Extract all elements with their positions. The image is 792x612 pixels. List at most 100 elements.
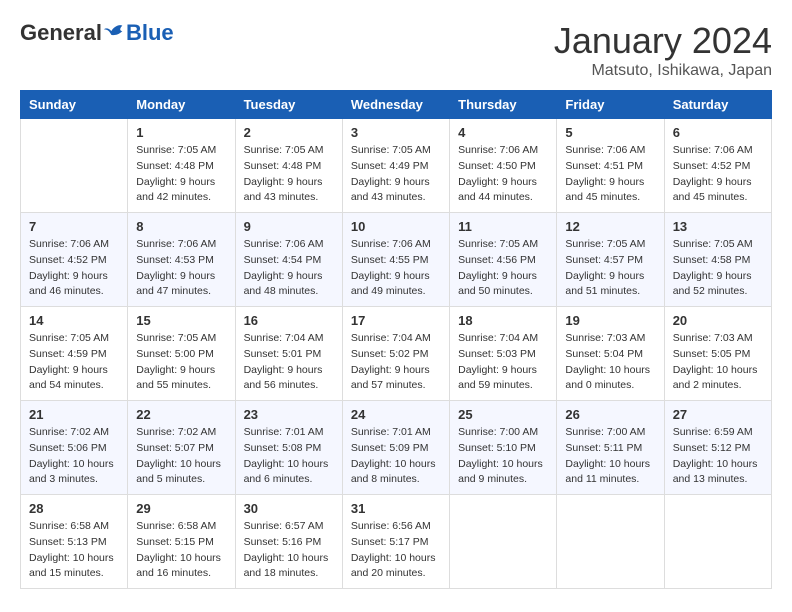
day-info: Sunrise: 7:05 AM Sunset: 4:49 PM Dayligh… [351, 143, 441, 206]
day-number: 27 [673, 407, 763, 422]
calendar-cell: 17 Sunrise: 7:04 AM Sunset: 5:02 PM Dayli… [342, 307, 449, 401]
day-number: 15 [136, 313, 226, 328]
day-number: 18 [458, 313, 548, 328]
calendar-cell: 10 Sunrise: 7:06 AM Sunset: 4:55 PM Dayli… [342, 213, 449, 307]
main-title: January 2024 [554, 20, 772, 62]
day-info: Sunrise: 7:03 AM Sunset: 5:04 PM Dayligh… [565, 331, 655, 394]
day-info: Sunrise: 7:02 AM Sunset: 5:06 PM Dayligh… [29, 425, 119, 488]
day-info: Sunrise: 7:00 AM Sunset: 5:11 PM Dayligh… [565, 425, 655, 488]
day-number: 1 [136, 125, 226, 140]
logo-blue-text: Blue [126, 20, 174, 46]
calendar-cell: 18 Sunrise: 7:04 AM Sunset: 5:03 PM Dayli… [450, 307, 557, 401]
calendar-cell: 30 Sunrise: 6:57 AM Sunset: 5:16 PM Dayli… [235, 495, 342, 589]
day-number: 5 [565, 125, 655, 140]
day-info: Sunrise: 7:01 AM Sunset: 5:08 PM Dayligh… [244, 425, 334, 488]
day-info: Sunrise: 7:03 AM Sunset: 5:05 PM Dayligh… [673, 331, 763, 394]
day-number: 2 [244, 125, 334, 140]
day-info: Sunrise: 6:56 AM Sunset: 5:17 PM Dayligh… [351, 519, 441, 582]
calendar-cell: 24Sunrise: 7:01 AM Sunset: 5:09 PM Dayli… [342, 401, 449, 495]
calendar-cell: 23 Sunrise: 7:01 AM Sunset: 5:08 PM Dayli… [235, 401, 342, 495]
day-number: 17 [351, 313, 441, 328]
calendar-cell [557, 495, 664, 589]
day-number: 26 [565, 407, 655, 422]
calendar-cell [664, 495, 771, 589]
weekday-header: Monday [128, 91, 235, 119]
calendar-cell: 31 Sunrise: 6:56 AM Sunset: 5:17 PM Dayli… [342, 495, 449, 589]
day-number: 10 [351, 219, 441, 234]
calendar-week-row: 21 Sunrise: 7:02 AM Sunset: 5:06 PM Dayli… [21, 401, 772, 495]
day-number: 31 [351, 501, 441, 516]
day-info: Sunrise: 7:06 AM Sunset: 4:50 PM Dayligh… [458, 143, 548, 206]
calendar-cell: 13 Sunrise: 7:05 AM Sunset: 4:58 PM Dayli… [664, 213, 771, 307]
day-number: 8 [136, 219, 226, 234]
calendar-week-row: 7 Sunrise: 7:06 AM Sunset: 4:52 PM Daylig… [21, 213, 772, 307]
calendar-cell: 28 Sunrise: 6:58 AM Sunset: 5:13 PM Dayli… [21, 495, 128, 589]
calendar-cell: 12Sunrise: 7:05 AM Sunset: 4:57 PM Dayli… [557, 213, 664, 307]
day-info: Sunrise: 7:05 AM Sunset: 4:59 PM Dayligh… [29, 331, 119, 394]
logo-bird-icon [104, 22, 126, 44]
day-info: Sunrise: 6:58 AM Sunset: 5:15 PM Dayligh… [136, 519, 226, 582]
calendar-cell: 7 Sunrise: 7:06 AM Sunset: 4:52 PM Daylig… [21, 213, 128, 307]
day-number: 28 [29, 501, 119, 516]
calendar-cell: 11 Sunrise: 7:05 AM Sunset: 4:56 PM Dayli… [450, 213, 557, 307]
weekday-header: Tuesday [235, 91, 342, 119]
day-number: 19 [565, 313, 655, 328]
weekday-header: Thursday [450, 91, 557, 119]
day-info: Sunrise: 7:05 AM Sunset: 4:58 PM Dayligh… [673, 237, 763, 300]
calendar-cell [21, 119, 128, 213]
calendar-cell: 6Sunrise: 7:06 AM Sunset: 4:52 PM Daylig… [664, 119, 771, 213]
day-info: Sunrise: 6:58 AM Sunset: 5:13 PM Dayligh… [29, 519, 119, 582]
calendar-cell: 5Sunrise: 7:06 AM Sunset: 4:51 PM Daylig… [557, 119, 664, 213]
title-section: January 2024 Matsuto, Ishikawa, Japan [554, 20, 772, 80]
calendar-cell: 3 Sunrise: 7:05 AM Sunset: 4:49 PM Daylig… [342, 119, 449, 213]
calendar-cell: 26 Sunrise: 7:00 AM Sunset: 5:11 PM Dayli… [557, 401, 664, 495]
day-info: Sunrise: 7:05 AM Sunset: 4:48 PM Dayligh… [244, 143, 334, 206]
calendar-cell: 27Sunrise: 6:59 AM Sunset: 5:12 PM Dayli… [664, 401, 771, 495]
day-info: Sunrise: 7:05 AM Sunset: 5:00 PM Dayligh… [136, 331, 226, 394]
day-info: Sunrise: 7:06 AM Sunset: 4:52 PM Dayligh… [673, 143, 763, 206]
day-info: Sunrise: 7:06 AM Sunset: 4:52 PM Dayligh… [29, 237, 119, 300]
day-info: Sunrise: 7:02 AM Sunset: 5:07 PM Dayligh… [136, 425, 226, 488]
day-number: 12 [565, 219, 655, 234]
day-number: 24 [351, 407, 441, 422]
calendar-cell: 22 Sunrise: 7:02 AM Sunset: 5:07 PM Dayli… [128, 401, 235, 495]
day-info: Sunrise: 7:04 AM Sunset: 5:01 PM Dayligh… [244, 331, 334, 394]
day-info: Sunrise: 7:00 AM Sunset: 5:10 PM Dayligh… [458, 425, 548, 488]
day-info: Sunrise: 7:05 AM Sunset: 4:56 PM Dayligh… [458, 237, 548, 300]
calendar-week-row: 28 Sunrise: 6:58 AM Sunset: 5:13 PM Dayli… [21, 495, 772, 589]
calendar-cell: 1 Sunrise: 7:05 AM Sunset: 4:48 PM Daylig… [128, 119, 235, 213]
day-number: 23 [244, 407, 334, 422]
day-info: Sunrise: 7:04 AM Sunset: 5:03 PM Dayligh… [458, 331, 548, 394]
calendar-cell: 21 Sunrise: 7:02 AM Sunset: 5:06 PM Dayli… [21, 401, 128, 495]
calendar-cell: 2 Sunrise: 7:05 AM Sunset: 4:48 PM Daylig… [235, 119, 342, 213]
calendar-cell: 25 Sunrise: 7:00 AM Sunset: 5:10 PM Dayli… [450, 401, 557, 495]
day-number: 22 [136, 407, 226, 422]
calendar-cell: 20 Sunrise: 7:03 AM Sunset: 5:05 PM Dayli… [664, 307, 771, 401]
calendar-cell: 15 Sunrise: 7:05 AM Sunset: 5:00 PM Dayli… [128, 307, 235, 401]
calendar-cell: 19 Sunrise: 7:03 AM Sunset: 5:04 PM Dayli… [557, 307, 664, 401]
weekday-header: Friday [557, 91, 664, 119]
calendar-cell: 9Sunrise: 7:06 AM Sunset: 4:54 PM Daylig… [235, 213, 342, 307]
calendar-cell: 29 Sunrise: 6:58 AM Sunset: 5:15 PM Dayli… [128, 495, 235, 589]
day-info: Sunrise: 7:06 AM Sunset: 4:53 PM Dayligh… [136, 237, 226, 300]
calendar-week-row: 14 Sunrise: 7:05 AM Sunset: 4:59 PM Dayli… [21, 307, 772, 401]
day-info: Sunrise: 6:57 AM Sunset: 5:16 PM Dayligh… [244, 519, 334, 582]
day-number: 25 [458, 407, 548, 422]
day-number: 16 [244, 313, 334, 328]
day-number: 29 [136, 501, 226, 516]
day-info: Sunrise: 7:04 AM Sunset: 5:02 PM Dayligh… [351, 331, 441, 394]
day-number: 11 [458, 219, 548, 234]
day-number: 20 [673, 313, 763, 328]
page-header: General Blue January 2024 Matsuto, Ishik… [20, 20, 772, 80]
day-info: Sunrise: 7:05 AM Sunset: 4:48 PM Dayligh… [136, 143, 226, 206]
day-number: 3 [351, 125, 441, 140]
calendar-cell [450, 495, 557, 589]
weekday-header: Wednesday [342, 91, 449, 119]
day-number: 14 [29, 313, 119, 328]
day-info: Sunrise: 7:06 AM Sunset: 4:55 PM Dayligh… [351, 237, 441, 300]
subtitle: Matsuto, Ishikawa, Japan [554, 62, 772, 80]
day-number: 21 [29, 407, 119, 422]
day-number: 7 [29, 219, 119, 234]
day-number: 30 [244, 501, 334, 516]
day-number: 13 [673, 219, 763, 234]
